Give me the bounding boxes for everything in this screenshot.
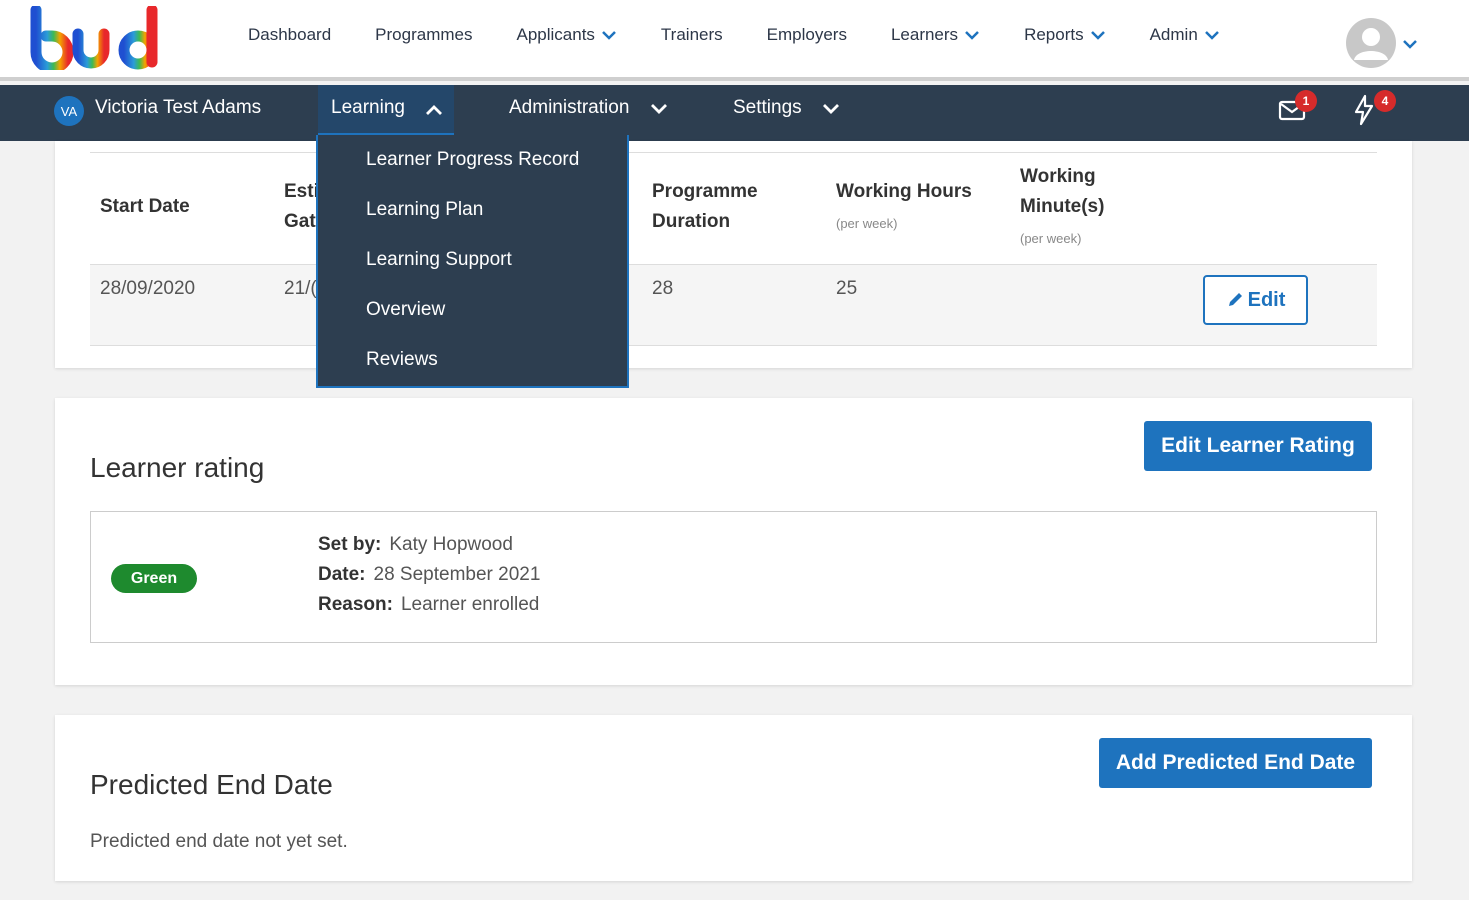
col-working-hours: Working Hours (836, 181, 972, 202)
mail-count-badge: 1 (1295, 90, 1317, 112)
learner-rating-title: Learner rating (90, 452, 265, 483)
learner-name[interactable]: Victoria Test Adams (95, 97, 261, 119)
rating-date: Date: 28 September 2021 (318, 564, 540, 586)
chevron-down-icon (602, 31, 616, 40)
learner-initials-badge: VA (54, 96, 84, 126)
pencil-icon (1228, 293, 1242, 306)
nav-item-label: Trainers (660, 25, 723, 44)
col-start-date: Start Date (100, 196, 190, 217)
nav-item-label: Admin (1149, 25, 1198, 44)
reason-value: Learner enrolled (400, 594, 540, 615)
user-avatar[interactable] (1346, 18, 1396, 68)
main-menu: Dashboard Programmes Applicants Trainers Emp… (226, 0, 1242, 70)
chevron-down-icon[interactable] (822, 103, 840, 115)
table-row (90, 264, 1377, 346)
bud-logo[interactable] (28, 6, 168, 70)
cell-estimated-gateway: 21/( (284, 278, 317, 299)
menu-item-learning-plan[interactable]: Learning Plan (366, 199, 483, 221)
date-value: 28 September 2021 (373, 564, 541, 585)
nav-item-label: Applicants (516, 25, 595, 44)
set-by-value: Katy Hopwood (389, 534, 513, 555)
nav-item-applicants[interactable]: Applicants (516, 25, 616, 45)
predicted-end-date-title: Predicted End Date (90, 769, 333, 800)
col-programme-duration-line1: Programme (652, 181, 758, 202)
nav-item-trainers[interactable]: Trainers (661, 25, 723, 45)
alerts-count-badge: 4 (1374, 90, 1396, 112)
chevron-down-icon[interactable] (1402, 38, 1418, 50)
col-estimated-gateway-line1: Esti (284, 181, 319, 202)
tab-administration[interactable]: Administration (509, 97, 629, 119)
nav-item-employers[interactable]: Employers (767, 25, 847, 45)
date-label: Date: (318, 564, 366, 585)
menu-item-learning-support[interactable]: Learning Support (366, 249, 512, 271)
cell-working-hours: 25 (836, 278, 858, 299)
col-estimated-gateway-line2: Gat (284, 211, 316, 232)
lightning-icon[interactable] (1352, 94, 1376, 126)
predicted-end-date-note: Predicted end date not yet set. (90, 831, 348, 852)
nav-item-admin[interactable]: Admin (1150, 25, 1220, 45)
chevron-down-icon[interactable] (650, 103, 668, 115)
nav-item-label: Employers (766, 25, 847, 44)
add-predicted-end-date-button[interactable]: Add Predicted End Date (1099, 738, 1372, 788)
tab-learning-label[interactable]: Learning (331, 97, 405, 119)
rating-details-box: Green Set by: Katy Hopwood Date: 28 Septem… (90, 511, 1377, 643)
col-working-minutes-line2: Minute(s) (1020, 196, 1105, 217)
rating-set-by: Set by: Katy Hopwood (318, 534, 513, 556)
rating-reason: Reason: Learner enrolled (318, 594, 539, 616)
menu-item-reviews[interactable]: Reviews (366, 349, 438, 371)
predicted-end-date-card: Predicted End Date Add Predicted End Dat… (55, 715, 1412, 881)
nav-item-label: Dashboard (248, 25, 332, 44)
menu-item-overview[interactable]: Overview (366, 299, 445, 321)
chevron-down-icon (1204, 31, 1219, 40)
set-by-label: Set by: (318, 534, 382, 555)
nav-item-label: Learners (890, 25, 959, 44)
col-programme-duration-line2: Duration (652, 211, 731, 232)
chevron-down-icon (965, 31, 979, 40)
nav-item-programmes[interactable]: Programmes (375, 25, 472, 45)
col-working-minutes-line1: Working (1020, 166, 1096, 187)
nav-item-reports[interactable]: Reports (1024, 25, 1106, 45)
top-navbar: Dashboard Programmes Applicants Trainers Emp… (0, 0, 1469, 81)
nav-item-label: Programmes (375, 25, 473, 44)
cell-programme-duration: 28 (652, 278, 674, 299)
cell-start-date: 28/09/2020 (100, 278, 196, 299)
edit-button[interactable]: Edit (1203, 275, 1308, 325)
nav-item-dashboard[interactable]: Dashboard (248, 25, 331, 45)
nav-item-learners[interactable]: Learners (891, 25, 980, 45)
learner-rating-card: Learner rating Edit Learner Rating Green… (55, 398, 1412, 685)
user-icon (1354, 28, 1388, 60)
status-badge: Green (111, 564, 197, 593)
col-working-minutes-sub: (per week) (1020, 231, 1082, 246)
menu-item-learner-progress-record[interactable]: Learner Progress Record (366, 149, 579, 171)
edit-button-label: Edit (1247, 288, 1286, 311)
learning-dropdown-menu: Learner Progress Record Learning Plan Lear… (316, 135, 629, 388)
reason-label: Reason: (318, 594, 393, 615)
tab-settings[interactable]: Settings (733, 97, 802, 119)
programme-details-card: Start Date Esti Gat Programme Duration W… (55, 141, 1412, 368)
divider (90, 152, 1377, 153)
chevron-up-icon[interactable] (425, 104, 443, 116)
col-working-hours-sub: (per week) (836, 216, 898, 231)
nav-item-label: Reports (1024, 25, 1084, 44)
edit-learner-rating-button[interactable]: Edit Learner Rating (1144, 421, 1372, 471)
chevron-down-icon (1090, 31, 1105, 40)
